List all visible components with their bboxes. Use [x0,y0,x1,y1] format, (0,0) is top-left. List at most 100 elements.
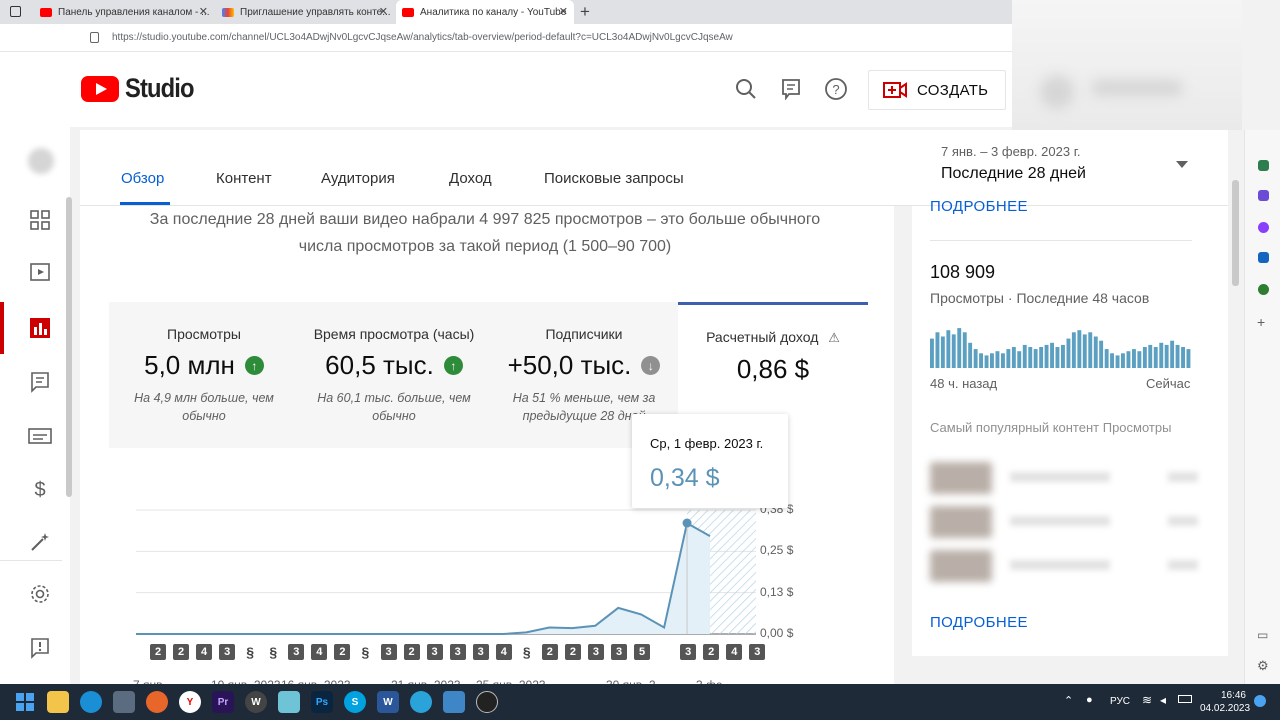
skype-icon[interactable]: S [344,691,366,713]
messages-icon[interactable] [778,76,804,102]
firefox-icon[interactable] [146,691,168,713]
analytics-icon[interactable] [28,316,52,340]
video-count-badge[interactable]: 2 [334,644,351,660]
tab-revenue[interactable]: Доход [449,170,492,187]
feedback-icon[interactable] [28,636,52,660]
realtime-bar[interactable] [1159,342,1164,368]
word-icon[interactable]: W [377,691,399,713]
video-count-badge[interactable]: 4 [726,644,743,660]
clock[interactable]: 16:46 04.02.2023 [1200,689,1250,715]
monetization-icon[interactable]: $ [28,478,52,502]
more-link-top[interactable]: ПОДРОБНЕЕ [930,198,1028,215]
shorts-badge-icon[interactable]: § [519,644,535,660]
realtime-bar[interactable] [1153,347,1158,368]
new-tab-button[interactable]: + [580,2,590,22]
close-tab-icon[interactable]: ✕ [199,5,208,18]
wifi-icon[interactable]: ≋ [1142,693,1152,707]
realtime-bar[interactable] [1044,344,1049,368]
video-count-badge[interactable]: 2 [403,644,420,660]
battery-icon[interactable] [1178,695,1192,703]
close-tab-icon[interactable]: ✕ [379,5,388,18]
main-scrollbar[interactable] [1232,180,1239,286]
realtime-bar[interactable] [1071,332,1076,368]
video-count-badge[interactable]: 3 [288,644,305,660]
realtime-bar[interactable] [930,338,934,368]
realtime-bar[interactable] [1006,349,1011,368]
edge-icon[interactable] [80,691,102,713]
realtime-bar[interactable] [951,334,956,368]
realtime-bar[interactable] [984,355,989,368]
browser-tab-2[interactable]: Приглашение управлять конте... ✕ [216,0,394,24]
realtime-bar[interactable] [962,332,967,368]
realtime-bar[interactable] [1011,347,1016,368]
tab-audience[interactable]: Аудитория [321,170,395,187]
realtime-bar[interactable] [1082,334,1087,368]
realtime-bar[interactable] [995,351,1000,368]
realtime-bar[interactable] [1061,344,1065,368]
panel-toggle-icon[interactable]: ▭ [1257,628,1268,642]
shorts-badge-icon[interactable]: § [265,644,281,660]
video-count-badge[interactable]: 2 [173,644,190,660]
date-range-picker[interactable]: 7 янв. – 3 февр. 2023 г. Последние 28 дн… [941,144,1086,183]
video-count-badge[interactable]: 4 [311,644,328,660]
realtime-bar[interactable] [1137,351,1142,368]
notification-icon[interactable] [1254,695,1266,707]
photoshop-icon[interactable]: Ps [311,691,333,713]
video-count-badge[interactable]: 2 [564,644,581,660]
video-count-badge[interactable]: 3 [680,644,697,660]
dropdown-caret-icon[interactable] [1176,161,1188,168]
realtime-bar[interactable] [1001,353,1005,368]
shorts-badge-icon[interactable]: § [357,644,373,660]
start-icon[interactable] [14,691,36,713]
volume-icon[interactable]: ◂ [1160,693,1166,707]
video-count-badge[interactable]: 3 [749,644,766,660]
realtime-bar[interactable] [1164,344,1169,368]
tray-expand-icon[interactable]: ⌃ [1064,694,1073,707]
settings-icon[interactable]: ⚙ [1257,658,1269,674]
realtime-bar[interactable] [1028,347,1033,368]
tab-overview[interactable]: Обзор [121,170,164,187]
realtime-bar[interactable] [1121,353,1125,368]
realtime-bar[interactable] [946,330,951,368]
realtime-bar[interactable] [1115,355,1120,368]
realtime-bar[interactable] [1088,332,1093,368]
realtime-bar[interactable] [1017,351,1022,368]
data-point[interactable] [682,518,692,528]
search-icon[interactable] [733,76,759,102]
obs-icon[interactable] [476,691,498,713]
browser-tab-3[interactable]: Аналитика по каналу - YouTube ✕ [396,0,574,24]
realtime-bar[interactable] [1099,340,1104,368]
content-icon[interactable] [28,260,52,284]
tree-icon[interactable] [1258,284,1269,295]
more-link-bottom[interactable]: ПОДРОБНЕЕ [930,614,1028,631]
url-text[interactable]: https://studio.youtube.com/channel/UCL3o… [112,32,733,43]
create-button[interactable]: СОЗДАТЬ [868,70,1006,110]
games-icon[interactable] [1258,190,1269,201]
explorer-icon[interactable] [47,691,69,713]
realtime-bar[interactable] [1132,349,1136,368]
yandex-icon[interactable]: Y [179,691,201,713]
video-count-badge[interactable]: 5 [634,644,651,660]
realtime-bar[interactable] [973,349,978,368]
realtime-bar[interactable] [1077,330,1082,368]
video-count-badge[interactable]: 3 [219,644,236,660]
close-tab-icon[interactable]: ✕ [559,5,568,18]
realtime-bar[interactable] [1039,347,1044,368]
metric-views[interactable]: Просмотры 5,0 млн ↑ На 4,9 млн больше, че… [109,302,299,448]
address-bar[interactable]: https://studio.youtube.com/channel/UCL3o… [0,24,1012,52]
youtube-logo-icon[interactable] [81,76,119,102]
office-icon[interactable] [1258,222,1269,233]
tab-search[interactable]: Поисковые запросы [544,170,684,187]
video-count-badge[interactable]: 2 [150,644,166,660]
realtime-bar[interactable] [1066,338,1071,368]
warning-icon[interactable]: ⚠ [828,330,840,345]
customization-icon[interactable] [28,530,52,554]
realtime-bar[interactable] [1050,342,1054,368]
dashboard-icon[interactable] [28,208,52,232]
browser-tab-1[interactable]: Панель управления каналом - ... ✕ [34,0,214,24]
video-count-badge[interactable]: 3 [380,644,397,660]
video-count-badge[interactable]: 2 [541,644,558,660]
realtime-bar[interactable] [1126,351,1131,368]
comments-icon[interactable] [28,370,52,394]
realtime-bar[interactable] [1022,344,1027,368]
